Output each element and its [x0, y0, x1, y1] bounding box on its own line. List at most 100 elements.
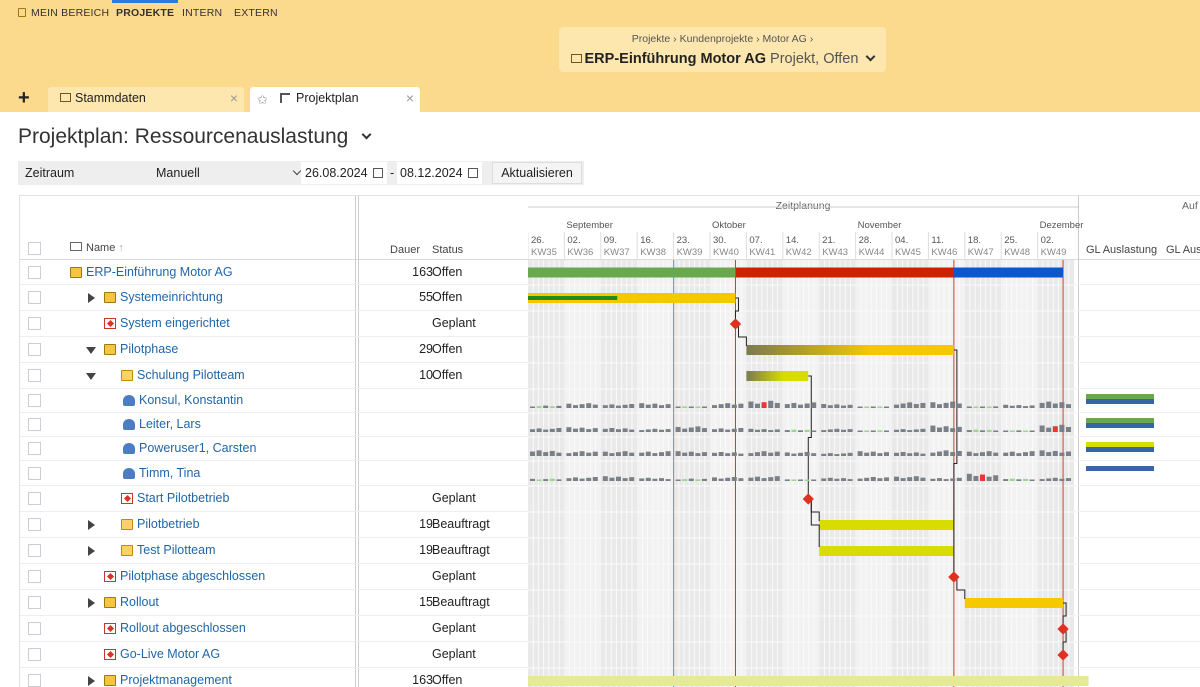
row-checkbox[interactable] — [28, 291, 41, 304]
row-name[interactable]: Go-Live Motor AG — [120, 647, 220, 661]
row-checkbox[interactable] — [28, 317, 41, 330]
expand-icon[interactable] — [88, 676, 95, 686]
expand-icon[interactable] — [88, 546, 95, 556]
row-name[interactable]: System eingerichtet — [120, 316, 230, 330]
progress-bar — [528, 296, 618, 300]
gantt-bar[interactable] — [528, 676, 1089, 686]
load-summary-bar — [1086, 418, 1154, 423]
collapse-icon[interactable] — [86, 373, 96, 380]
row-checkbox[interactable] — [28, 394, 41, 407]
row-name[interactable]: ERP-Einführung Motor AG — [86, 265, 233, 279]
column-header-name[interactable]: Name ↑ — [70, 242, 124, 254]
row-name[interactable]: Test Pilotteam — [137, 543, 216, 557]
load-bar — [645, 404, 651, 408]
row-checkbox[interactable] — [28, 570, 41, 583]
load-bar — [798, 452, 803, 456]
gantt-bar[interactable] — [746, 371, 809, 381]
row-checkbox[interactable] — [28, 648, 41, 661]
date-to-field[interactable]: 08.12.2024 — [397, 162, 482, 184]
row-checkbox[interactable] — [28, 369, 41, 382]
select-all-checkbox[interactable] — [28, 242, 41, 255]
load-bar — [675, 426, 681, 432]
add-tab-button[interactable]: + — [18, 88, 30, 108]
load-bar — [950, 452, 956, 456]
tab-projektplan[interactable]: ✩ Projektplan × — [250, 87, 420, 112]
close-icon[interactable]: × — [230, 87, 238, 109]
chevron-down-icon[interactable] — [866, 51, 876, 62]
page-title-text: Projektplan: Ressourcenauslastung — [18, 125, 349, 148]
gantt-bar[interactable] — [964, 598, 1064, 608]
tab-stammdaten[interactable]: Stammdaten × — [48, 87, 244, 112]
date-from-field[interactable]: 26.08.2024 — [301, 162, 387, 184]
row-name[interactable]: Start Pilotbetrieb — [137, 491, 229, 505]
row-name[interactable]: Pilotphase abgeschlossen — [120, 569, 265, 583]
row-name[interactable]: Timm, Tina — [139, 466, 200, 480]
close-icon[interactable]: × — [406, 87, 414, 109]
column-header-duration[interactable]: Dauer — [365, 244, 420, 256]
calendar-icon[interactable] — [373, 168, 383, 178]
page-title[interactable]: Projektplan: Ressourcenauslastung — [18, 125, 372, 149]
row-status: Geplant — [432, 621, 476, 635]
load-bar — [811, 453, 817, 456]
project-title[interactable]: ERP-Einführung Motor AG Projekt, Offen — [559, 51, 886, 67]
row-checkbox[interactable] — [28, 492, 41, 505]
row-name[interactable]: Rollout — [120, 595, 159, 609]
load-bar — [1016, 453, 1022, 456]
expand-icon[interactable] — [88, 598, 95, 608]
row-checkbox[interactable] — [28, 418, 41, 431]
nav-mein-bereich[interactable]: MEIN BEREICH — [31, 0, 109, 22]
load-bar — [1023, 406, 1028, 408]
load-bar — [725, 429, 731, 432]
gantt-bar[interactable] — [953, 267, 1064, 278]
row-name[interactable]: Projektmanagement — [120, 673, 232, 687]
row-checkbox[interactable] — [28, 518, 41, 531]
row-name[interactable]: Leiter, Lars — [139, 417, 201, 431]
row-checkbox[interactable] — [28, 466, 41, 480]
calendar-icon[interactable] — [468, 168, 478, 178]
load-bar — [1052, 403, 1058, 408]
nav-projekte[interactable]: PROJEKTE — [112, 0, 179, 22]
load-bar — [804, 403, 810, 408]
load-bar — [864, 430, 870, 432]
load-bar — [761, 429, 767, 432]
row-checkbox[interactable] — [28, 343, 41, 356]
row-checkbox[interactable] — [28, 544, 41, 557]
row-checkbox[interactable] — [28, 596, 41, 609]
row-name[interactable]: Schulung Pilotteam — [137, 368, 245, 382]
week-day-label: 21. — [822, 235, 835, 246]
breadcrumb[interactable]: Projekte › Kundenprojekte › Motor AG › — [559, 33, 886, 46]
load-bar — [718, 428, 724, 432]
folder-icon — [570, 54, 582, 63]
row-name[interactable]: Systemeinrichtung — [120, 290, 223, 304]
load-bar — [731, 477, 737, 481]
expand-icon[interactable] — [88, 520, 95, 530]
gantt-bar[interactable] — [528, 267, 736, 278]
collapse-icon[interactable] — [86, 347, 96, 354]
row-checkbox[interactable] — [28, 674, 41, 687]
load-bar — [894, 429, 899, 432]
chevron-down-icon[interactable] — [361, 129, 372, 140]
row-name[interactable]: Poweruser1, Carsten — [139, 441, 256, 455]
mode-select[interactable]: Manuell — [149, 161, 312, 185]
gantt-bar[interactable] — [735, 267, 954, 278]
row-checkbox[interactable] — [28, 622, 41, 635]
menu-icon[interactable] — [18, 8, 26, 17]
gantt-bar[interactable] — [819, 520, 954, 530]
load-bar — [1066, 426, 1071, 432]
row-name[interactable]: Konsul, Konstantin — [139, 393, 243, 407]
gantt-bar[interactable] — [819, 546, 954, 556]
column-header-status[interactable]: Status — [432, 244, 463, 256]
row-checkbox[interactable] — [28, 265, 41, 279]
gantt-bar[interactable] — [746, 345, 954, 355]
row-name[interactable]: Pilotphase — [120, 342, 178, 356]
nav-intern[interactable]: INTERN — [182, 0, 222, 22]
load-bar — [549, 478, 555, 481]
nav-extern[interactable]: EXTERN — [234, 0, 278, 22]
refresh-button[interactable]: Aktualisieren — [492, 162, 582, 184]
expand-icon[interactable] — [88, 293, 95, 303]
load-bar — [1023, 430, 1028, 432]
row-name[interactable]: Rollout abgeschlossen — [120, 621, 246, 635]
pin-icon[interactable]: ✩ — [257, 89, 268, 111]
row-name[interactable]: Pilotbetrieb — [137, 517, 200, 531]
row-checkbox[interactable] — [28, 442, 41, 455]
